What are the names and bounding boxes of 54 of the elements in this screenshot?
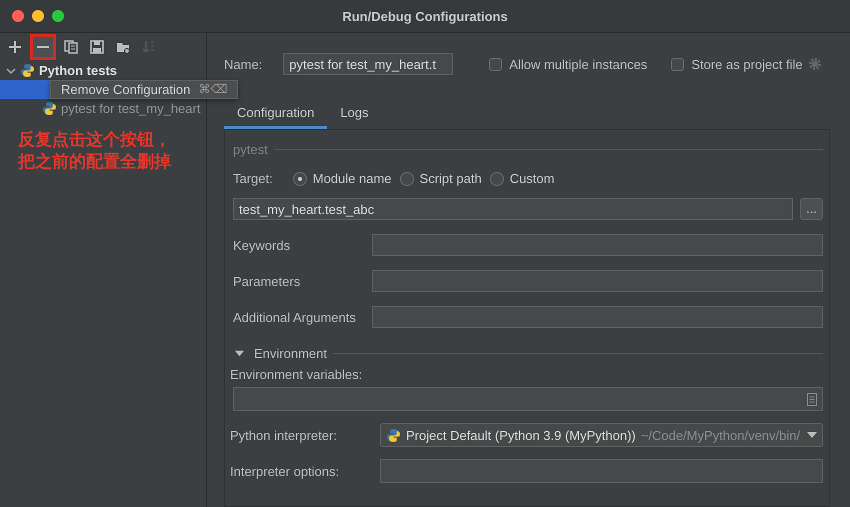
radio-option[interactable]: Script path bbox=[400, 171, 482, 186]
document-icon[interactable] bbox=[807, 392, 817, 406]
checkbox-label[interactable]: Store as project file bbox=[691, 56, 803, 72]
name-field[interactable]: pytest for test_my_heart.t bbox=[283, 53, 454, 75]
field-label: Python interpreter: bbox=[230, 428, 338, 442]
tree-item[interactable]: Python tests bbox=[39, 63, 118, 78]
input-field[interactable] bbox=[372, 234, 823, 256]
checkbox[interactable] bbox=[671, 58, 684, 70]
save-icon bbox=[90, 40, 104, 54]
group-title: pytest bbox=[233, 142, 268, 157]
chevron-icon[interactable] bbox=[6, 66, 16, 76]
radio-button[interactable] bbox=[400, 172, 414, 186]
radio-button[interactable] bbox=[490, 172, 504, 186]
python-folder-icon bbox=[20, 63, 35, 78]
window-title: Run/Debug Configurations bbox=[342, 8, 508, 24]
env-variables-field[interactable] bbox=[233, 387, 823, 411]
remove-button[interactable] bbox=[30, 34, 56, 60]
input-field[interactable] bbox=[372, 270, 823, 292]
close-button[interactable] bbox=[12, 10, 24, 22]
name-label: Name: bbox=[224, 56, 262, 72]
field-label: Interpreter options: bbox=[230, 464, 340, 478]
dropdown-icon bbox=[807, 432, 817, 438]
add-icon bbox=[8, 40, 22, 54]
checkbox-label[interactable]: Allow multiple instances bbox=[509, 56, 648, 72]
tree-item[interactable]: pytest for test_my_heart bbox=[0, 99, 206, 118]
browse-button[interactable]: ... bbox=[800, 198, 823, 220]
tab[interactable]: Configuration bbox=[224, 98, 328, 129]
collapse-icon[interactable] bbox=[235, 349, 244, 358]
radio-button[interactable] bbox=[292, 172, 307, 186]
radio-option[interactable]: Custom bbox=[490, 171, 554, 186]
minimize-button[interactable] bbox=[32, 10, 44, 22]
copy-icon bbox=[64, 40, 78, 54]
checkbox[interactable] bbox=[489, 58, 502, 70]
input-field[interactable] bbox=[372, 306, 823, 328]
field-label: Environment variables: bbox=[230, 367, 364, 382]
python-test-icon bbox=[42, 101, 57, 116]
sort-icon bbox=[142, 40, 156, 54]
field-label: Additional Arguments bbox=[233, 310, 357, 324]
interpreter-dropdown[interactable]: Project Default (Python 3.9 (MyPython)) ~/Code/MyPython/venv/bin/ bbox=[380, 423, 823, 447]
section-title: Environment bbox=[254, 346, 327, 361]
annotation-text: 把之前的配置全删掉 bbox=[18, 151, 171, 173]
target-label: Target: bbox=[233, 171, 273, 186]
annotation-text: 反复点击这个按钮， bbox=[18, 129, 171, 151]
module-field[interactable]: test_my_heart.test_abc bbox=[233, 198, 793, 220]
tooltip: Remove Configuration ⌘⌫ bbox=[50, 80, 238, 99]
field-label: Parameters bbox=[233, 274, 302, 288]
zoom-button[interactable] bbox=[52, 10, 64, 22]
input-field[interactable] bbox=[380, 459, 823, 483]
field-label: Keywords bbox=[233, 238, 292, 252]
python-icon bbox=[386, 428, 401, 442]
tab[interactable]: Logs bbox=[327, 98, 382, 129]
folder-add-icon bbox=[116, 40, 130, 54]
settings-icon[interactable] bbox=[808, 57, 822, 71]
radio-option[interactable]: Module name bbox=[292, 171, 392, 186]
